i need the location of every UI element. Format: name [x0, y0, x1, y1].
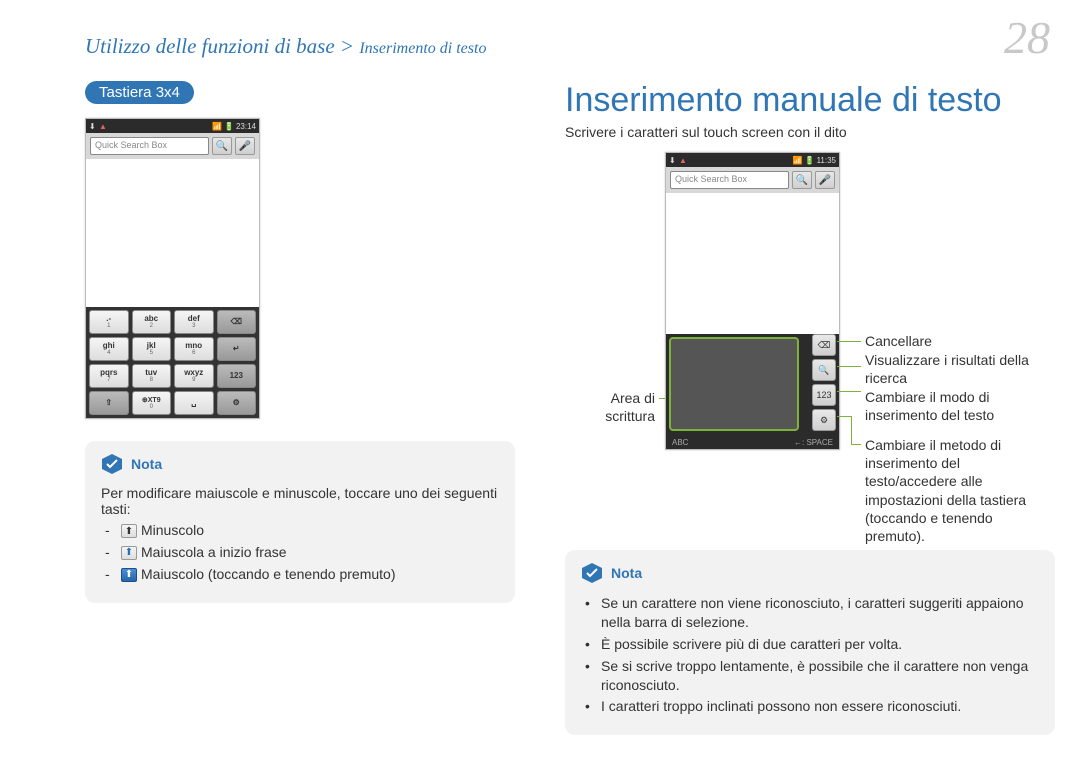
- note-box-right: Nota Se un carattere non viene riconosci…: [565, 550, 1055, 735]
- battery-icon: 🔋: [805, 156, 815, 165]
- keypad-3x4: .-1 abc2 def3 ⌫ ghi4 jkl5 mno6 ↵ pqrs7 t…: [86, 307, 259, 418]
- key-def[interactable]: def3: [174, 310, 214, 334]
- handwriting-area: ⌫ 🔍 123 ⚙ ABC ←: SPACE: [666, 334, 839, 449]
- section-title: Inserimento manuale di testo: [565, 81, 1055, 120]
- clock: 11:35: [817, 156, 836, 165]
- hw-footer-right: ←: SPACE: [794, 438, 833, 447]
- note-item: È possibile scrivere più di due caratter…: [585, 635, 1039, 654]
- mic-icon[interactable]: 🎤: [815, 171, 835, 189]
- note-title: Nota: [611, 565, 642, 581]
- hw-search-button[interactable]: 🔍: [812, 359, 836, 381]
- phone-keypad-screenshot: ⬇▲ 📶🔋23:14 Quick Search Box 🔍 🎤 .-1 abc2…: [85, 118, 260, 419]
- note-box-left: Nota Per modificare maiuscole e minuscol…: [85, 441, 515, 603]
- column-left: Tastiera 3x4 ⬇▲ 📶🔋23:14 Quick Search Box…: [85, 81, 515, 735]
- note-title: Nota: [131, 456, 162, 472]
- write-pad[interactable]: [669, 337, 799, 431]
- key-pqrs[interactable]: pqrs7: [89, 364, 129, 388]
- usb-icon: ⬇: [89, 122, 97, 130]
- note-item: Se un carattere non viene riconosciuto, …: [585, 594, 1039, 632]
- key-space[interactable]: ␣: [174, 391, 214, 415]
- annotation-search: Visualizzare i risultati della ricerca: [865, 351, 1035, 387]
- breadcrumb-sub: Inserimento di testo: [359, 40, 486, 57]
- search-icon[interactable]: 🔍: [792, 171, 812, 189]
- note-item: I caratteri troppo inclinati possono non…: [585, 697, 1039, 716]
- search-icon[interactable]: 🔍: [212, 137, 232, 155]
- note-item: Se si scrive troppo lentamente, è possib…: [585, 657, 1039, 695]
- key-abc[interactable]: abc2: [132, 310, 172, 334]
- key-1[interactable]: .-1: [89, 310, 129, 334]
- section-pill: Tastiera 3x4: [85, 81, 194, 104]
- hw-backspace-button[interactable]: ⌫: [812, 334, 836, 356]
- search-row: Quick Search Box 🔍 🎤: [86, 133, 259, 159]
- page-header: Utilizzo delle funzioni di base > Inseri…: [0, 0, 1080, 61]
- annotation-write-area: Area di scrittura: [595, 389, 655, 425]
- key-tuv[interactable]: tuv8: [132, 364, 172, 388]
- shift-icon-lowercase: ⬆: [121, 524, 137, 538]
- battery-icon: 🔋: [224, 122, 234, 131]
- shift-icon-sentence: ⬆: [121, 546, 137, 560]
- note-item: ⬆Maiuscola a inizio frase: [105, 543, 499, 562]
- column-right: Inserimento manuale di testo Scrivere i …: [565, 81, 1055, 735]
- annotated-screenshot: Area di scrittura ⬇▲ 📶🔋11:35 Quick Searc…: [665, 152, 1055, 450]
- key-wxyz[interactable]: wxyz9: [174, 364, 214, 388]
- key-ghi[interactable]: ghi4: [89, 337, 129, 361]
- hw-settings-button[interactable]: ⚙: [812, 409, 836, 431]
- phone-handwriting-screenshot: ⬇▲ 📶🔋11:35 Quick Search Box 🔍 🎤 ⌫ 🔍 123: [665, 152, 840, 450]
- key-shift[interactable]: ⇧: [89, 391, 129, 415]
- search-input[interactable]: Quick Search Box: [90, 137, 209, 155]
- key-mno[interactable]: mno6: [174, 337, 214, 361]
- statusbar: ⬇▲ 📶🔋23:14: [86, 119, 259, 133]
- content-area: [666, 193, 839, 334]
- note-item: ⬆Minuscolo: [105, 521, 499, 540]
- section-subtitle: Scrivere i caratteri sul touch screen co…: [565, 124, 1055, 140]
- usb-icon: ⬇: [669, 156, 677, 164]
- statusbar: ⬇▲ 📶🔋11:35: [666, 153, 839, 167]
- note-icon: [581, 562, 603, 584]
- shift-icon-uppercase: ⬆: [121, 568, 137, 582]
- signal-icon: 📶: [793, 156, 803, 165]
- note-intro: Per modificare maiuscole e minuscole, to…: [101, 485, 499, 517]
- note-icon: [101, 453, 123, 475]
- key-jkl[interactable]: jkl5: [132, 337, 172, 361]
- hw-mode-button[interactable]: 123: [812, 384, 836, 406]
- note-item: ⬆Maiuscolo (toccando e tenendo premuto): [105, 565, 499, 584]
- mic-icon[interactable]: 🎤: [235, 137, 255, 155]
- clock: 23:14: [236, 122, 256, 131]
- hw-footer-left: ABC: [672, 438, 688, 447]
- annotation-settings: Cambiare il metodo di inserimento del te…: [865, 436, 1035, 545]
- key-enter[interactable]: ↵: [217, 337, 257, 361]
- content-area: [86, 159, 259, 307]
- key-123[interactable]: 123: [217, 364, 257, 388]
- signal-icon: 📶: [212, 122, 222, 131]
- search-row: Quick Search Box 🔍 🎤: [666, 167, 839, 193]
- annotation-mode: Cambiare il modo di inserimento del test…: [865, 388, 1035, 424]
- key-settings[interactable]: ⚙: [217, 391, 257, 415]
- breadcrumb-main: Utilizzo delle funzioni di base: [85, 34, 335, 58]
- page-number: 28: [1004, 15, 1050, 61]
- key-xt9[interactable]: ⊕XT90: [132, 391, 172, 415]
- breadcrumb: Utilizzo delle funzioni di base > Inseri…: [85, 34, 486, 59]
- search-input[interactable]: Quick Search Box: [670, 171, 789, 189]
- annotation-delete: Cancellare: [865, 332, 1035, 350]
- key-backspace[interactable]: ⌫: [217, 310, 257, 334]
- warning-icon: ▲: [679, 156, 687, 164]
- warning-icon: ▲: [99, 122, 107, 130]
